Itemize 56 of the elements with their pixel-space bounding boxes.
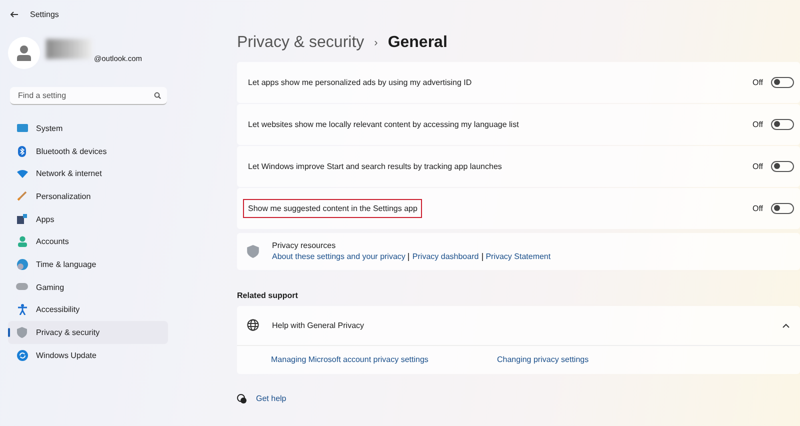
shield-icon bbox=[17, 327, 27, 338]
toggle-state-text: Off bbox=[752, 78, 763, 87]
sidebar-item[interactable]: Windows Update bbox=[8, 344, 168, 367]
window-title: Settings bbox=[30, 10, 59, 18]
toggle-switch[interactable] bbox=[771, 160, 794, 172]
shield-icon bbox=[247, 244, 259, 258]
avatar bbox=[8, 37, 40, 69]
toggle-state-text: Off bbox=[752, 204, 763, 213]
resource-link[interactable]: About these settings and your privacy bbox=[272, 252, 406, 261]
toggle-switch[interactable] bbox=[771, 118, 794, 130]
toggle-switch[interactable] bbox=[771, 202, 794, 214]
sidebar-item[interactable]: Bluetooth & devices bbox=[8, 140, 168, 162]
sidebar-item[interactable]: Apps bbox=[8, 208, 168, 230]
setting-label: Let Windows improve Start and search results by tracking app launches bbox=[247, 160, 503, 173]
back-arrow-icon[interactable] bbox=[10, 10, 18, 18]
sidebar-item[interactable]: Accounts bbox=[8, 230, 168, 254]
search-icon bbox=[154, 92, 161, 99]
resource-link[interactable]: Privacy dashboard bbox=[412, 252, 479, 261]
breadcrumb-parent[interactable]: Privacy & security bbox=[237, 34, 364, 52]
toggle-switch[interactable] bbox=[771, 76, 794, 88]
sidebar-item[interactable]: Personalization bbox=[8, 185, 168, 208]
breadcrumb-separator: › bbox=[374, 37, 378, 49]
wifi-icon bbox=[16, 170, 28, 178]
sidebar-item[interactable]: Accessibility bbox=[8, 298, 168, 322]
globe-icon bbox=[247, 319, 259, 331]
toggle-state-text: Off bbox=[752, 162, 763, 171]
globe-clock-icon bbox=[16, 258, 28, 270]
search-field[interactable]: Find a setting bbox=[16, 90, 154, 101]
person-icon bbox=[18, 236, 26, 248]
setting-label: Let apps show me personalized ads by using my advertising ID bbox=[247, 76, 473, 89]
section-heading: Related support bbox=[237, 290, 299, 300]
resource-link[interactable]: Privacy Statement bbox=[486, 252, 551, 261]
search-box[interactable]: Find a setting bbox=[10, 87, 167, 105]
resources-title: Privacy resources bbox=[272, 241, 337, 250]
chevron-up-icon[interactable] bbox=[782, 322, 790, 328]
accessibility-icon bbox=[18, 304, 26, 316]
help-link[interactable]: Managing Microsoft account privacy settings bbox=[271, 355, 497, 364]
help-title: Help with General Privacy bbox=[272, 320, 364, 330]
gamepad-icon bbox=[16, 283, 28, 292]
toggle-state-text: Off bbox=[752, 120, 763, 129]
get-help-link[interactable]: Get help bbox=[256, 394, 286, 403]
setting-label: Show me suggested content in the Settings app bbox=[243, 198, 422, 218]
setting-label: Let websites show me locally relevant content by accessing my language list bbox=[247, 118, 520, 131]
sidebar-item[interactable]: Privacy & security bbox=[8, 321, 168, 344]
blurred-name bbox=[46, 39, 92, 59]
sidebar-item[interactable]: Gaming bbox=[8, 276, 168, 298]
help-link[interactable]: Changing privacy settings bbox=[497, 355, 589, 364]
brush-icon bbox=[17, 191, 27, 202]
sidebar-item[interactable]: System bbox=[8, 117, 168, 140]
monitor-icon bbox=[16, 124, 28, 133]
page-title: General bbox=[388, 34, 448, 52]
apps-icon bbox=[17, 214, 27, 224]
sidebar-item[interactable]: Time & language bbox=[8, 253, 168, 276]
sync-icon bbox=[16, 350, 28, 361]
sidebar-item[interactable]: Network & internet bbox=[8, 162, 168, 186]
bluetooth-icon bbox=[18, 146, 26, 157]
